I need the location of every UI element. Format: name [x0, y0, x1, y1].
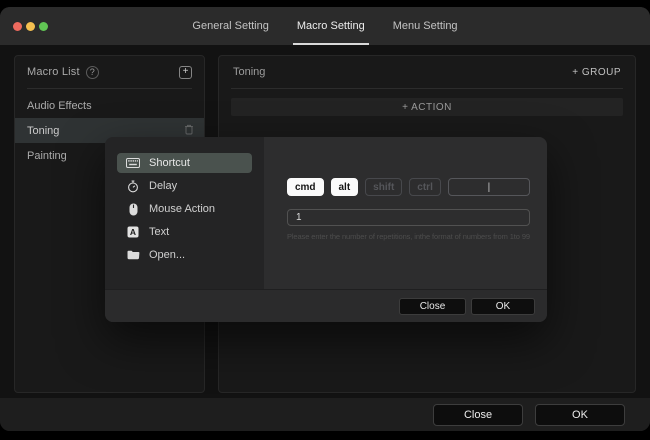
macro-list-header: Macro List ? + [15, 56, 204, 88]
delete-macro-icon[interactable] [184, 124, 194, 138]
group-panel-header: Toning + GROUP [219, 56, 635, 88]
dialog-footer: Close OK [105, 289, 547, 322]
menu-item-text[interactable]: A Text [117, 222, 252, 242]
menu-item-label: Shortcut [149, 157, 190, 169]
tab-macro-setting[interactable]: Macro Setting [293, 7, 369, 45]
action-editor-body: Shortcut Delay [105, 137, 547, 289]
macro-item-label: Toning [27, 125, 59, 137]
cmd-key-toggle[interactable]: cmd [287, 178, 324, 196]
menu-item-shortcut[interactable]: Shortcut [117, 153, 252, 173]
macro-item-label: Audio Effects [27, 100, 92, 112]
action-type-menu: Shortcut Delay [105, 137, 264, 289]
alt-key-toggle[interactable]: alt [331, 178, 359, 196]
mouse-icon [126, 203, 140, 216]
dialog-close-button[interactable]: Close [399, 298, 466, 315]
shortcut-key-input[interactable]: | [448, 178, 530, 196]
titlebar: General Setting Macro Setting Menu Setti… [0, 7, 650, 45]
folder-icon [126, 250, 140, 260]
tab-menu-setting[interactable]: Menu Setting [389, 7, 462, 45]
ctrl-key-toggle[interactable]: ctrl [409, 178, 441, 196]
keyboard-icon [126, 158, 140, 168]
menu-item-mouse-action[interactable]: Mouse Action [117, 199, 252, 219]
repeat-count-input[interactable]: 1 [287, 209, 530, 226]
window-footer: Close OK [0, 398, 650, 431]
menu-item-label: Delay [149, 180, 177, 192]
timer-icon [126, 180, 140, 193]
modifier-key-row: cmd alt shift ctrl | [287, 178, 530, 196]
menu-item-label: Open... [149, 249, 185, 261]
text-cursor: | [488, 182, 491, 193]
menu-item-label: Mouse Action [149, 203, 215, 215]
text-icon: A [126, 226, 140, 238]
add-action-button[interactable]: + ACTION [231, 98, 623, 116]
svg-text:A: A [130, 227, 136, 237]
repeat-helper-text: Please enter the number of repetitions, … [287, 232, 530, 241]
action-editor-dialog: Shortcut Delay [105, 137, 547, 322]
menu-item-open[interactable]: Open... [117, 245, 252, 265]
window-close-button[interactable]: Close [433, 404, 523, 426]
add-group-button[interactable]: + GROUP [572, 67, 621, 78]
shortcut-editor: cmd alt shift ctrl | 1 Please enter the … [264, 137, 547, 289]
shift-key-toggle[interactable]: shift [365, 178, 402, 196]
window-ok-button[interactable]: OK [535, 404, 625, 426]
tab-general-setting[interactable]: General Setting [188, 7, 272, 45]
help-icon[interactable]: ? [86, 66, 99, 79]
add-macro-button[interactable]: + [179, 66, 192, 79]
menu-item-delay[interactable]: Delay [117, 176, 252, 196]
settings-tabs: General Setting Macro Setting Menu Setti… [0, 7, 650, 45]
group-divider [231, 88, 623, 89]
dialog-ok-button[interactable]: OK [471, 298, 535, 315]
macro-item-label: Painting [27, 150, 67, 162]
macro-item-audio-effects[interactable]: Audio Effects [15, 93, 204, 118]
group-title: Toning [233, 66, 265, 78]
macro-list-title: Macro List [27, 66, 80, 78]
menu-item-label: Text [149, 226, 169, 238]
